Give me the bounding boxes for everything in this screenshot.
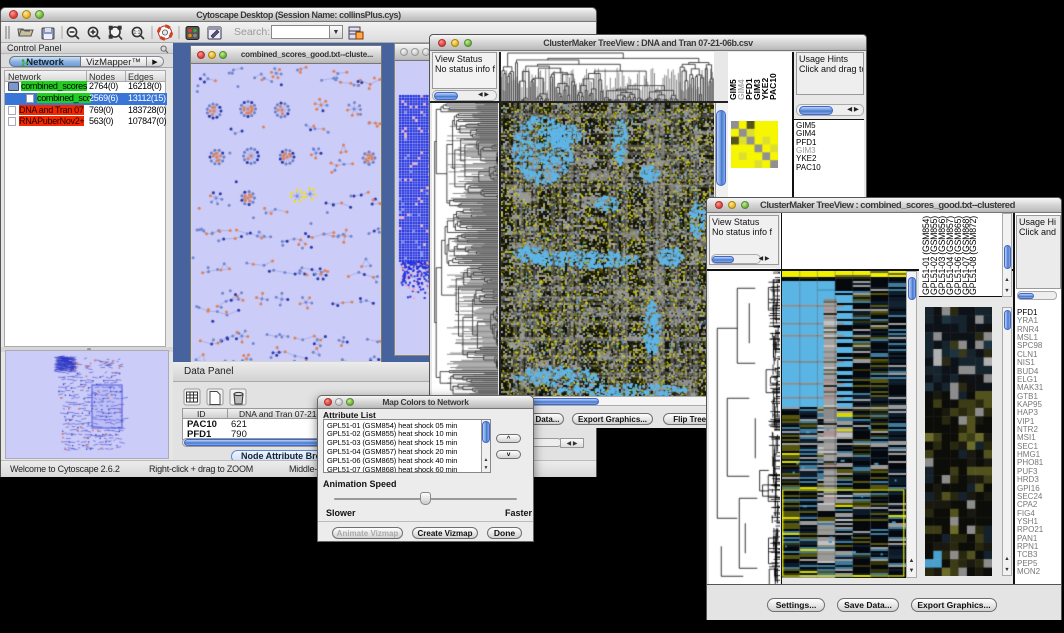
svg-text:1:1: 1:1 — [134, 30, 141, 36]
